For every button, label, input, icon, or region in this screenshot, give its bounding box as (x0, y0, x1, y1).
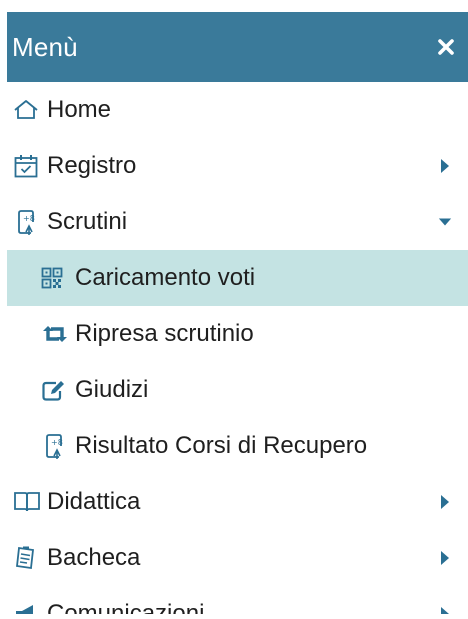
menu-item-label: Scrutini (47, 208, 128, 235)
menu-item-didattica[interactable]: Didattica (7, 474, 468, 530)
menu-item-label: Comunicazioni (47, 600, 205, 614)
calendar-check-icon (13, 152, 47, 180)
menu-item-label: Caricamento voti (75, 264, 256, 291)
menu-item-ripresa-scrutinio[interactable]: Ripresa scrutinio (7, 306, 468, 362)
menu-item-home[interactable]: Home (7, 82, 468, 138)
menu-item-scrutini[interactable]: +8 Scrutini (7, 194, 468, 250)
menu-item-label: Risultato Corsi di Recupero (75, 432, 368, 459)
svg-text:+8: +8 (51, 438, 63, 447)
qr-code-icon (41, 264, 75, 292)
menu-item-caricamento-voti[interactable]: Caricamento voti (7, 250, 468, 306)
menu-item-risultato-corsi-di-recupero[interactable]: +8 Risultato Corsi di Recupero (7, 418, 468, 474)
menu-item-bacheca[interactable]: Bacheca (7, 530, 468, 586)
book-icon (13, 488, 47, 516)
megaphone-icon (13, 600, 47, 614)
caret-right-icon (438, 606, 452, 614)
menu-item-label: Bacheca (47, 544, 141, 571)
menu-item-label: Didattica (47, 488, 141, 515)
edit-icon (41, 376, 75, 404)
menu-item-label: Ripresa scrutinio (75, 320, 254, 347)
menu-item-comunicazioni[interactable]: Comunicazioni (7, 586, 468, 614)
caret-right-icon (438, 550, 452, 566)
caret-right-icon (438, 158, 452, 174)
home-icon (13, 96, 47, 124)
close-icon[interactable] (432, 33, 460, 61)
caret-down-icon (438, 214, 452, 230)
side-menu: Menù Home Registro +8 Scrutini Caricamen… (7, 12, 468, 614)
menu-item-label: Home (47, 96, 112, 123)
caret-right-icon (438, 494, 452, 510)
menu-item-label: Registro (47, 152, 137, 179)
menu-item-label: Giudizi (75, 376, 149, 403)
menu-item-registro[interactable]: Registro (7, 138, 468, 194)
retweet-icon (41, 320, 75, 348)
notice-board-icon (13, 544, 47, 572)
menu-item-giudizi[interactable]: Giudizi (7, 362, 468, 418)
grade-document-icon: +8 (13, 208, 47, 236)
menu-header: Menù (7, 12, 468, 82)
grade-document-icon: +8 (41, 432, 75, 460)
svg-text:+8: +8 (23, 214, 35, 223)
menu-title: Menù (12, 31, 78, 62)
